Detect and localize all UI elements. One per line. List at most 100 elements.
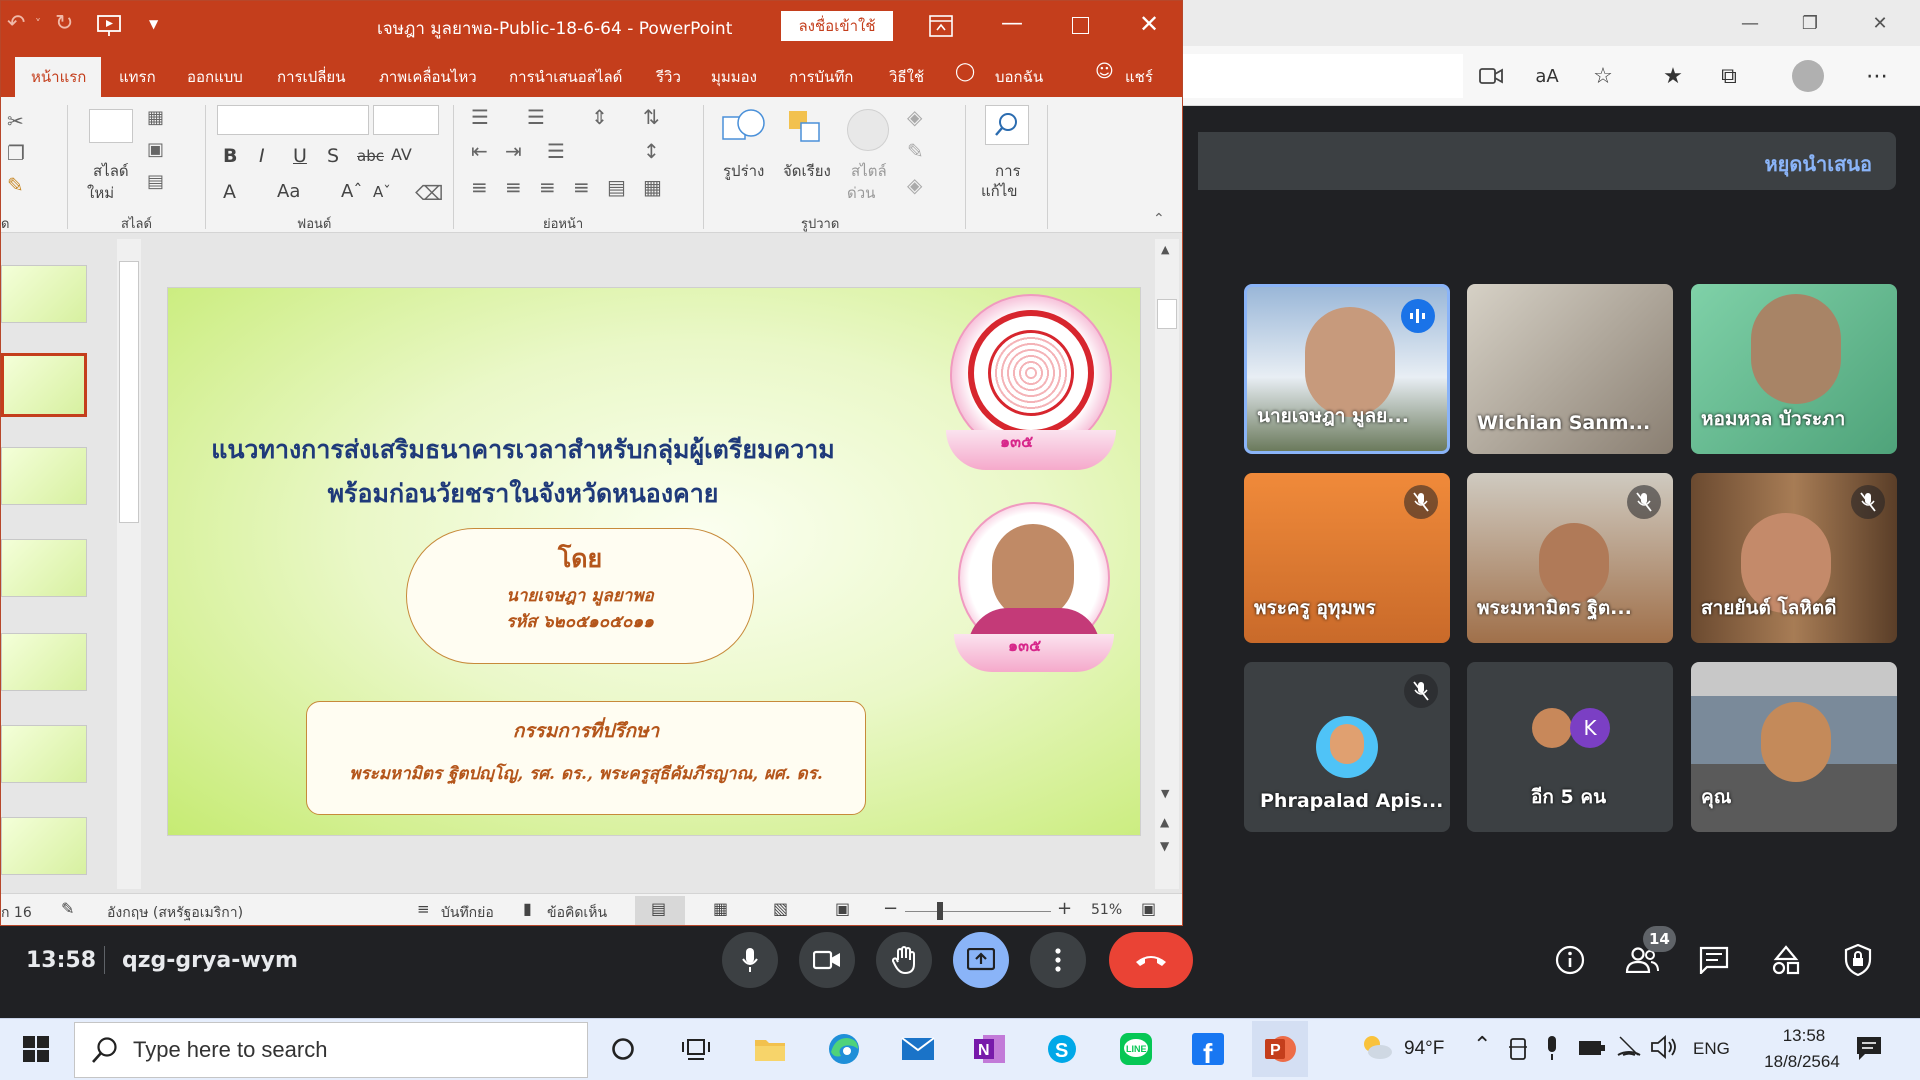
more-participants-tile[interactable]: K อีก 5 คน — [1467, 662, 1673, 832]
close-icon[interactable]: ✕ — [1139, 10, 1159, 38]
chevron-down-icon[interactable]: ˅ — [35, 17, 41, 31]
slide-canvas[interactable]: แนวทางการส่งเสริมธนาคารเวลาสำหรับกลุ่มผู… — [167, 287, 1141, 836]
chevron-up-icon[interactable]: ⌃ — [1473, 1033, 1491, 1058]
font-size-select[interactable] — [373, 105, 439, 135]
clear-format-icon[interactable]: ⌫ — [415, 181, 443, 205]
skype-icon[interactable]: S — [1034, 1021, 1090, 1077]
slideshow-view-icon[interactable]: ▣ — [835, 899, 850, 918]
present-now-button[interactable] — [953, 932, 1009, 988]
start-slideshow-icon[interactable] — [97, 15, 123, 41]
participant-tile[interactable]: พระครู อุทุมพร — [1244, 473, 1450, 643]
quick-styles-label-1[interactable]: สไตล์ — [851, 159, 887, 183]
slide-thumbnail[interactable] — [1, 817, 87, 875]
underline-icon[interactable]: U — [293, 145, 307, 167]
editing-label-2[interactable]: แก้ไข — [981, 179, 1018, 203]
scroll-up-icon[interactable]: ▲ — [1161, 243, 1169, 256]
lightbulb-icon[interactable]: ◯ — [955, 61, 975, 82]
favorites-icon[interactable]: ★ — [1653, 56, 1693, 96]
signin-button[interactable]: ลงชื่อเข้าใช้ — [781, 11, 893, 41]
mic-button[interactable] — [722, 932, 778, 988]
end-call-button[interactable] — [1109, 932, 1193, 988]
camera-icon[interactable] — [1471, 56, 1511, 96]
zoom-slider[interactable] — [905, 911, 1051, 912]
strikethrough-icon[interactable]: abc — [357, 147, 384, 165]
change-case-icon[interactable]: Aa — [277, 181, 300, 202]
section-icon[interactable]: ▤ — [147, 171, 164, 192]
layout-icon[interactable]: ▦ — [147, 107, 164, 128]
task-view-icon[interactable] — [668, 1021, 724, 1077]
participant-tile[interactable]: พระมหามิตร ฐิต... — [1467, 473, 1673, 643]
zoom-level[interactable]: 51% — [1091, 902, 1122, 918]
tab-review[interactable]: รีวิว — [656, 65, 681, 89]
tab-help[interactable]: วิธีใช้ — [889, 65, 924, 89]
mail-icon[interactable] — [890, 1021, 946, 1077]
tab-design[interactable]: ออกแบบ — [187, 65, 243, 89]
input-language[interactable]: ENG — [1693, 1039, 1730, 1059]
tab-recording[interactable]: การบันทึก — [789, 65, 853, 89]
accessibility-icon[interactable]: ✎ — [61, 899, 74, 918]
powerpoint-icon[interactable]: P — [1252, 1021, 1308, 1077]
numbering-icon[interactable]: ☰ — [527, 105, 545, 129]
char-spacing-icon[interactable]: AV — [391, 145, 412, 164]
slide-scrollbar[interactable]: ▲ ▼ ▲ ▼ — [1155, 239, 1179, 889]
cortana-icon[interactable] — [595, 1021, 651, 1077]
new-slide-label-1[interactable]: สไลด์ — [93, 159, 129, 183]
camera-button[interactable] — [799, 932, 855, 988]
font-name-select[interactable] — [217, 105, 369, 135]
next-slide-icon[interactable]: ▼ — [1160, 839, 1169, 853]
raise-hand-button[interactable] — [876, 932, 932, 988]
profile-avatar[interactable] — [1792, 60, 1824, 92]
redo-icon[interactable]: ↻ — [55, 11, 73, 36]
participant-tile[interactable]: Phrapalad Apis... — [1244, 662, 1450, 832]
volume-icon[interactable] — [1650, 1035, 1678, 1063]
bold-icon[interactable]: B — [223, 145, 237, 167]
device-icon[interactable] — [1508, 1037, 1528, 1065]
customize-toolbar-icon[interactable]: ▼ — [149, 17, 158, 31]
minimize-icon[interactable]: — — [1720, 0, 1780, 46]
font-color-icon[interactable]: A — [223, 181, 236, 203]
read-aloud-icon[interactable]: aA — [1527, 56, 1567, 96]
close-icon[interactable]: ✕ — [1850, 0, 1910, 46]
find-icon[interactable] — [985, 105, 1029, 145]
edge-browser-icon[interactable] — [816, 1021, 872, 1077]
increase-indent-icon[interactable]: ⇥ — [505, 139, 522, 163]
slide-counter[interactable]: ก 16 — [1, 902, 32, 924]
portrait-badge[interactable]: ๑๓๕ — [954, 502, 1114, 672]
shadow-icon[interactable]: S — [327, 145, 339, 167]
new-slide-icon[interactable] — [89, 109, 133, 143]
undo-icon[interactable]: ↶ — [7, 11, 25, 36]
text-direction-icon[interactable]: ⇅ — [643, 105, 660, 129]
participant-tile[interactable]: Wichian Sanm... — [1467, 284, 1673, 454]
participant-tile[interactable]: สายยันต์ โลหิตดี — [1691, 473, 1897, 643]
quick-styles-label-2[interactable]: ด่วน — [847, 181, 875, 205]
taskbar-search-box[interactable]: Type here to search — [74, 1022, 588, 1078]
slide-thumbnail[interactable] — [1, 539, 87, 597]
quick-styles-icon[interactable] — [847, 109, 889, 151]
align-right-icon[interactable]: ≡ — [539, 175, 556, 199]
clock-time[interactable]: 13:58 — [1764, 1026, 1844, 1046]
advisor-box[interactable]: กรรมการที่ปรึกษา พระมหามิตร ฐิตปญฺโญ, รศ… — [306, 701, 866, 815]
participant-tile[interactable]: นายเจษฎา มูลย... — [1244, 284, 1450, 454]
scrollbar-thumb[interactable] — [1157, 299, 1177, 329]
decrease-font-icon[interactable]: Aˇ — [373, 183, 391, 201]
tell-me-search[interactable]: บอกฉัน — [995, 65, 1043, 89]
format-painter-icon[interactable]: ✎ — [7, 173, 24, 197]
align-center-icon[interactable]: ≡ — [505, 175, 522, 199]
microphone-icon[interactable] — [1545, 1035, 1559, 1065]
comments-button[interactable]: ข้อคิดเห็น — [547, 902, 607, 924]
participant-tile[interactable]: คุณ — [1691, 662, 1897, 832]
windows-start-icon[interactable] — [8, 1021, 64, 1077]
ribbon-display-icon[interactable] — [929, 15, 953, 41]
notes-button[interactable]: บันทึกย่อ — [441, 902, 494, 924]
tab-view[interactable]: มุมมอง — [711, 65, 757, 89]
clock-date[interactable]: 18/8/2564 — [1747, 1052, 1857, 1072]
fit-to-window-icon[interactable]: ▣ — [1141, 899, 1156, 918]
shapes-icon[interactable] — [721, 107, 767, 151]
zoom-in-icon[interactable]: + — [1057, 898, 1072, 919]
meeting-details-button[interactable] — [1546, 936, 1594, 984]
tab-transitions[interactable]: การเปลี่ยน — [277, 65, 345, 89]
new-slide-label-2[interactable]: ใหม่ — [87, 181, 114, 205]
chat-button[interactable] — [1690, 936, 1738, 984]
author-box[interactable]: โดย นายเจษฎา มูลยาพอ รหัส ๖๒๐๕๑๐๕๐๑๑ — [406, 528, 754, 664]
arrange-icon[interactable] — [787, 109, 827, 153]
